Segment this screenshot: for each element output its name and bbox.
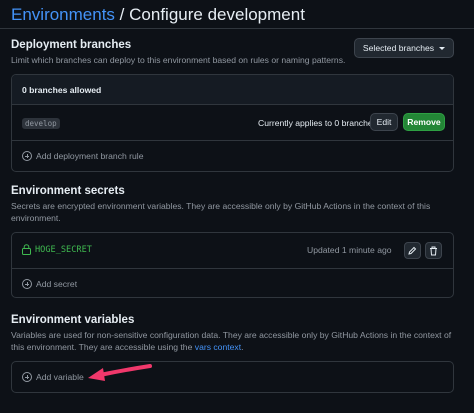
secret-updated-time: Updated 1 minute ago — [307, 245, 392, 255]
environment-secrets-title: Environment secrets — [11, 185, 125, 197]
environment-variables-description: Variables are used for non-sensitive con… — [11, 329, 456, 353]
breadcrumb-separator: / — [119, 5, 125, 24]
branch-rule-status: Currently applies to 0 branches — [258, 118, 377, 128]
environment-secrets-description: Secrets are encrypted environment variab… — [11, 201, 431, 223]
environment-variables-box: Add variable — [11, 361, 454, 393]
edit-rule-button[interactable]: Edit — [370, 113, 398, 131]
deployment-branches-title: Deployment branches — [11, 39, 132, 51]
pencil-icon — [408, 246, 417, 255]
deployment-branches-box: 0 branches allowed develop Currently app… — [11, 74, 454, 172]
add-branch-rule-row[interactable]: Add deployment branch rule — [12, 141, 453, 171]
secret-name: HOGE_SECRET — [35, 245, 92, 255]
header-divider — [0, 28, 474, 29]
breadcrumb-environments-link[interactable]: Environments — [11, 5, 115, 24]
lock-icon — [22, 244, 31, 255]
add-secret-label: Add secret — [36, 279, 78, 289]
selected-branches-dropdown[interactable]: Selected branches — [354, 38, 454, 58]
delete-secret-button[interactable] — [425, 242, 442, 259]
add-branch-rule-label: Add deployment branch rule — [36, 151, 144, 161]
add-secret-row[interactable]: Add secret — [12, 269, 453, 297]
caret-down-icon — [439, 46, 446, 50]
deployment-branches-description: Limit which branches can deploy to this … — [11, 55, 346, 65]
branch-rule-pattern: develop — [22, 118, 60, 129]
plus-circle-icon — [22, 279, 32, 289]
secret-row: HOGE_SECRET Updated 1 minute ago — [12, 233, 453, 269]
vars-context-link[interactable]: vars context — [195, 342, 241, 352]
trash-icon — [430, 246, 437, 255]
branch-rule-row: develop Currently applies to 0 branches … — [12, 105, 453, 141]
environment-secrets-box: HOGE_SECRET Updated 1 minute ago Add sec… — [11, 232, 454, 298]
variables-description-end: . — [241, 342, 244, 352]
environment-variables-title: Environment variables — [11, 314, 135, 326]
branches-allowed-count: 0 branches allowed — [22, 85, 102, 95]
selected-branches-label: Selected branches — [362, 43, 435, 53]
plus-circle-icon — [22, 372, 32, 382]
add-variable-row[interactable]: Add variable — [12, 362, 453, 392]
add-variable-label: Add variable — [36, 372, 84, 382]
remove-rule-button[interactable]: Remove — [403, 113, 445, 131]
annotation-arrow-icon — [88, 364, 152, 381]
plus-circle-icon — [22, 151, 32, 161]
edit-secret-button[interactable] — [404, 242, 421, 259]
branches-allowed-header: 0 branches allowed — [12, 75, 453, 105]
page-header: Environments / Configure development — [11, 4, 305, 26]
page-title: Configure development — [129, 5, 305, 24]
